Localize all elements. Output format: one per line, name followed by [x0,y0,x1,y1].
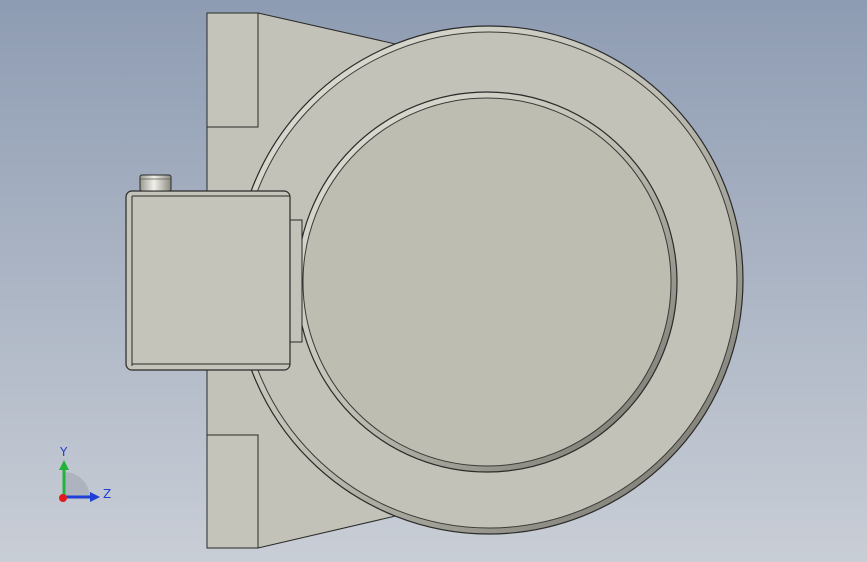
inner-disc-face [302,97,672,467]
connector-pin [139,174,172,192]
triad-y-label: Y [59,445,68,459]
connector-block [125,190,291,371]
bracket-upper-tab [206,12,259,128]
graphics-viewport[interactable]: Y Z [0,0,867,562]
triad-z-label: Z [103,487,111,501]
triad-x-axis-dot [59,494,67,502]
connector-step-top [288,219,303,343]
bracket-lower-tab [206,434,259,549]
connector-housing[interactable] [125,174,303,371]
inner-disc[interactable] [296,91,678,473]
model-view[interactable]: Y Z [0,0,867,562]
